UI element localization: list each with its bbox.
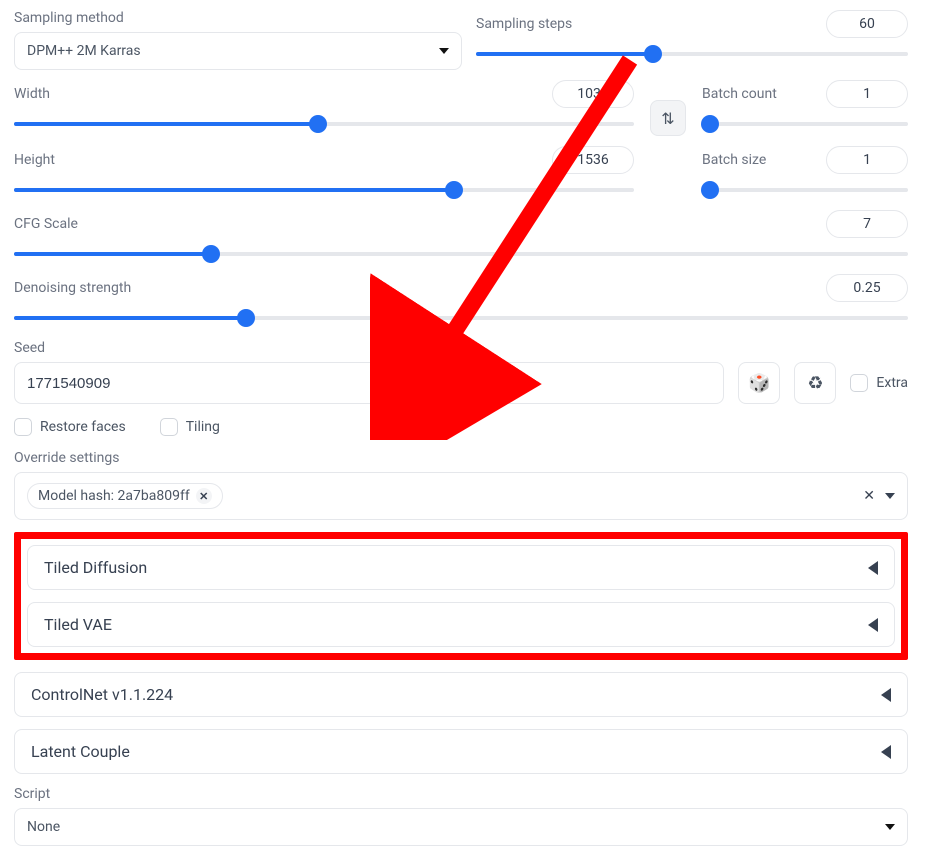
sampling-method-dropdown[interactable]: DPM++ 2M Karras [14, 32, 462, 70]
batch-size-slider[interactable] [702, 180, 908, 200]
caret-left-icon [881, 745, 891, 759]
tiling-label: Tiling [186, 419, 220, 435]
batch-size-value[interactable]: 1 [826, 146, 908, 174]
tiled-diffusion-accordion[interactable]: Tiled Diffusion [27, 545, 895, 590]
override-tag[interactable]: Model hash: 2a7ba809ff ✕ [27, 483, 223, 509]
script-dropdown[interactable]: None [14, 808, 908, 846]
caret-down-icon [885, 824, 895, 830]
denoise-label: Denoising strength [14, 280, 131, 296]
accordion-title: ControlNet v1.1.224 [31, 685, 173, 704]
restore-faces-checkbox[interactable] [14, 418, 32, 436]
tiled-vae-accordion[interactable]: Tiled VAE [27, 602, 895, 647]
random-seed-button[interactable]: 🎲 [738, 362, 780, 404]
batch-count-value[interactable]: 1 [826, 80, 908, 108]
accordion-title: Tiled VAE [44, 615, 112, 634]
script-value: None [27, 819, 60, 835]
clear-all-icon[interactable]: ✕ [863, 488, 875, 504]
batch-count-slider[interactable] [702, 114, 908, 134]
cfg-slider[interactable] [14, 244, 908, 264]
override-settings-box[interactable]: Model hash: 2a7ba809ff ✕ ✕ [14, 472, 908, 520]
recycle-seed-button[interactable]: ♻ [794, 362, 836, 404]
height-label: Height [14, 152, 55, 168]
width-value[interactable]: 1032 [552, 80, 634, 108]
swap-dimensions-button[interactable]: ⇅ [650, 100, 686, 136]
accordion-title: Latent Couple [31, 742, 130, 761]
denoise-slider[interactable] [14, 308, 908, 328]
seed-input[interactable] [14, 362, 724, 404]
caret-left-icon [881, 688, 891, 702]
denoise-value[interactable]: 0.25 [826, 274, 908, 302]
sampling-steps-slider[interactable] [476, 44, 908, 64]
width-slider[interactable] [14, 114, 634, 134]
highlight-annotation: Tiled Diffusion Tiled VAE [14, 532, 908, 660]
latent-couple-accordion[interactable]: Latent Couple [14, 729, 908, 774]
sampling-steps-value[interactable]: 60 [826, 10, 908, 38]
swap-icon: ⇅ [661, 109, 674, 128]
caret-left-icon [868, 561, 878, 575]
cfg-value[interactable]: 7 [826, 210, 908, 238]
batch-count-label: Batch count [702, 86, 777, 102]
dice-icon: 🎲 [748, 373, 770, 394]
sampling-steps-label: Sampling steps [476, 16, 572, 32]
tiling-checkbox[interactable] [160, 418, 178, 436]
extra-label: Extra [876, 375, 908, 391]
sampling-method-label: Sampling method [14, 10, 462, 26]
height-value[interactable]: 1536 [552, 146, 634, 174]
extra-checkbox[interactable] [850, 374, 868, 392]
batch-size-label: Batch size [702, 152, 766, 168]
controlnet-accordion[interactable]: ControlNet v1.1.224 [14, 672, 908, 717]
script-label: Script [14, 786, 908, 802]
height-slider[interactable] [14, 180, 634, 200]
caret-down-icon[interactable] [885, 493, 895, 499]
accordion-title: Tiled Diffusion [44, 558, 147, 577]
override-label: Override settings [14, 450, 908, 466]
sampling-method-value: DPM++ 2M Karras [27, 43, 141, 59]
recycle-icon: ♻ [807, 373, 823, 394]
cfg-label: CFG Scale [14, 216, 78, 232]
caret-left-icon [868, 618, 878, 632]
seed-label: Seed [14, 340, 908, 356]
override-tag-text: Model hash: 2a7ba809ff [38, 488, 190, 504]
restore-faces-label: Restore faces [40, 419, 126, 435]
close-icon[interactable]: ✕ [196, 488, 212, 504]
width-label: Width [14, 86, 50, 102]
caret-down-icon [439, 48, 449, 54]
